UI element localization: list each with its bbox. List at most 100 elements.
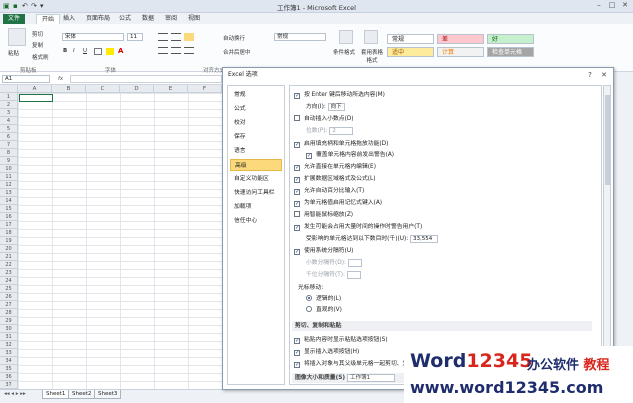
row-header[interactable]: 9 [0,157,18,165]
paste-icon[interactable] [8,28,26,46]
row-header[interactable]: 2 [0,101,18,109]
align-middle-icon[interactable] [171,33,181,41]
active-cell[interactable] [19,94,53,102]
nav-quick-access[interactable]: 快速访问工具栏 [230,187,282,199]
worksheet-grid[interactable]: ABCDEF 1 2 3 4 5 6 7 8 9 10 11 12 13 14 15 16 17 18 19 20 21… [0,85,222,390]
row-header[interactable]: 24 [0,277,18,285]
checkbox-checked-icon[interactable]: ✓ [294,338,300,344]
underline-button[interactable]: U [83,48,87,54]
option-enter-move[interactable]: ✓ 按 Enter 键后移动所选内容(M) [294,90,385,100]
row-header[interactable]: 30 [0,325,18,333]
row-header[interactable]: 3 [0,109,18,117]
align-left-icon[interactable] [158,47,168,54]
wrap-text-button[interactable]: 自动换行 [223,34,245,42]
places-stepper[interactable]: 2 [329,126,354,135]
column-header[interactable]: E [154,85,188,93]
option-auto-decimal[interactable]: 自动插入小数点(D) [294,114,354,124]
cell-area[interactable] [18,93,222,390]
row-header[interactable]: 31 [0,333,18,341]
row-header[interactable]: 27 [0,301,18,309]
row-header[interactable]: 32 [0,341,18,349]
font-size-select[interactable]: 11 [127,33,143,41]
checkbox-checked-icon[interactable]: ✓ [294,165,300,171]
image-size-select[interactable]: 工作簿1 [347,373,396,382]
tab-review[interactable]: 审阅 [160,14,182,24]
row-header[interactable]: 15 [0,205,18,213]
align-bottom-icon[interactable] [184,33,194,41]
minimize-button[interactable]: – [593,1,605,11]
direction-select[interactable]: 向下 [327,102,345,111]
tab-file[interactable]: 文件 [3,14,26,24]
radio-visual[interactable]: 直观的(V) [306,305,342,315]
option-intellimouse[interactable]: 用智能鼠标缩放(Z) [294,210,353,220]
sheet-tab-3[interactable]: Sheet3 [94,390,122,399]
thousands-separator-input[interactable] [346,270,361,279]
number-format-select[interactable]: 常规 [274,33,326,41]
style-good[interactable]: 好 [487,34,534,44]
align-center-icon[interactable] [171,47,181,54]
nav-advanced[interactable]: 高级 [230,159,282,171]
tab-page-layout[interactable]: 页面布局 [81,14,115,24]
column-header[interactable]: D [120,85,154,93]
option-fill-handle[interactable]: ✓ 启用填充柄和单元格拖放功能(D) [294,139,388,149]
row-header[interactable]: 12 [0,181,18,189]
conditional-format-icon[interactable] [339,30,353,44]
merge-center-button[interactable]: 合并后居中 [223,48,251,56]
fx-icon[interactable]: fx [58,76,63,82]
name-box[interactable]: A1 [2,75,50,83]
formula-input[interactable] [70,75,222,83]
row-header[interactable]: 18 [0,229,18,237]
tab-insert[interactable]: 插入 [58,14,80,24]
option-autocomplete[interactable]: ✓ 为单元格值启用记忆式键入(A) [294,198,382,208]
row-header[interactable]: 19 [0,237,18,245]
style-neutral[interactable]: 适中 [387,47,434,57]
tab-data[interactable]: 数据 [137,14,159,24]
align-top-icon[interactable] [158,33,168,41]
border-icon[interactable] [94,48,102,55]
format-painter-button[interactable]: 格式刷 [32,53,49,61]
row-header[interactable]: 11 [0,173,18,181]
checkbox-checked-icon[interactable]: ✓ [294,177,300,183]
row-header[interactable]: 26 [0,293,18,301]
option-extend-formats[interactable]: ✓ 扩展数据区域格式及公式(L) [294,174,376,184]
copy-button[interactable]: 复制 [32,41,43,49]
font-color-icon[interactable]: A [118,47,123,55]
font-name-select[interactable]: 宋体 [62,33,124,41]
align-right-icon[interactable] [184,47,194,54]
style-bad[interactable]: 差 [437,34,484,44]
row-header[interactable]: 14 [0,197,18,205]
cells-threshold-stepper[interactable]: 33,554 [410,234,439,243]
row-header[interactable]: 20 [0,245,18,253]
row-header[interactable]: 5 [0,125,18,133]
nav-general[interactable]: 常规 [230,89,282,101]
conditional-format-button[interactable]: 条件格式 [333,48,355,56]
nav-language[interactable]: 语言 [230,145,282,157]
row-header[interactable]: 13 [0,189,18,197]
row-header[interactable]: 1 [0,93,18,101]
column-header[interactable]: A [18,85,52,93]
row-header[interactable]: 17 [0,221,18,229]
row-header[interactable]: 36 [0,373,18,381]
row-header[interactable]: 21 [0,253,18,261]
format-as-table-icon[interactable] [364,30,378,44]
checkbox-checked-icon[interactable]: ✓ [294,350,300,356]
format-as-table-button[interactable]: 套用表格格式 [360,48,384,64]
option-paste-options[interactable]: ✓ 粘贴内容时显示粘贴选项按钮(S) [294,335,388,345]
radio-icon[interactable] [306,306,312,312]
checkbox-icon[interactable] [294,115,300,121]
column-header[interactable]: B [52,85,86,93]
select-all-corner[interactable] [0,85,18,93]
close-dialog-icon[interactable]: ✕ [599,70,609,80]
checkbox-checked-icon[interactable]: ✓ [294,189,300,195]
cut-button[interactable]: 剪切 [32,30,43,38]
style-check-cell[interactable]: 检查单元格 [487,47,534,57]
style-normal[interactable]: 常规 [387,34,434,44]
vertical-scrollbar[interactable] [614,72,633,389]
column-header[interactable]: F [188,85,222,93]
nav-save[interactable]: 保存 [230,131,282,143]
option-alert-overwrite[interactable]: ✓ 覆盖单元格内容前发出警告(A) [306,150,394,160]
tab-formulas[interactable]: 公式 [114,14,136,24]
bold-button[interactable]: B [63,48,67,54]
nav-proofing[interactable]: 校对 [230,117,282,129]
tab-home[interactable]: 开始 [36,14,61,24]
